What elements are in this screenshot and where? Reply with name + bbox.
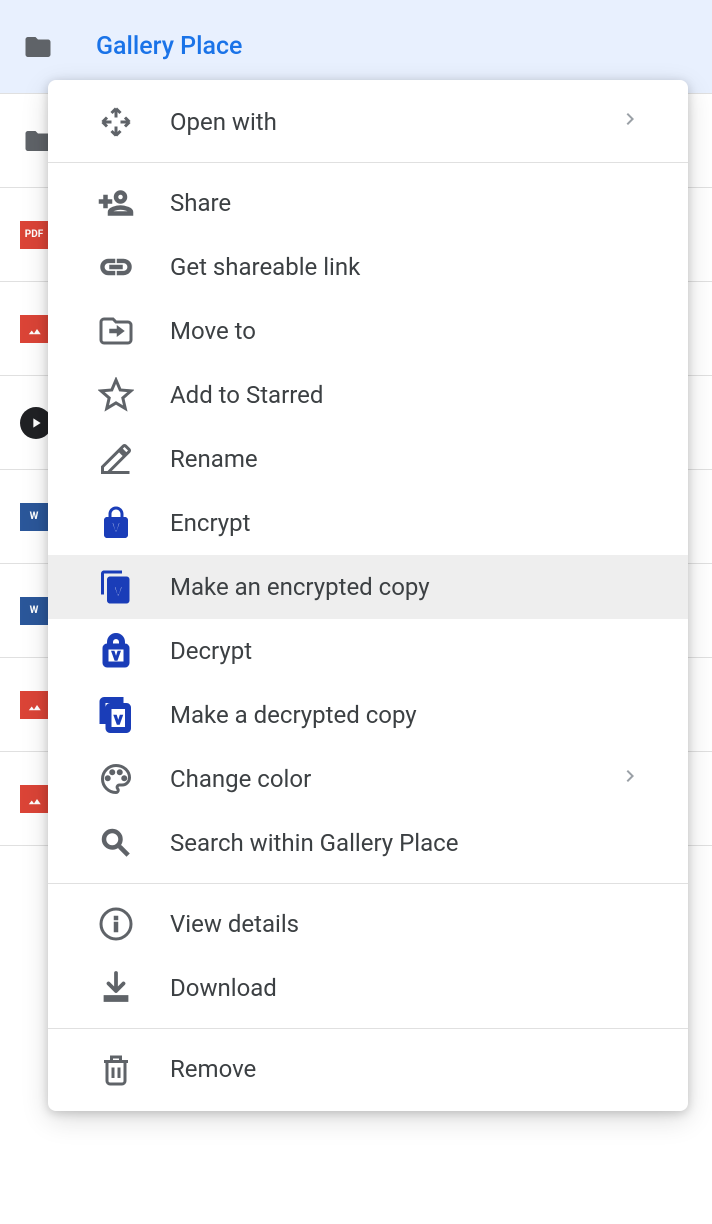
chevron-right-icon bbox=[618, 764, 642, 794]
menu-make-decrypted-copy[interactable]: V Make a decrypted copy bbox=[48, 683, 688, 747]
word-icon: W bbox=[20, 503, 48, 531]
menu-encrypt[interactable]: V Encrypt bbox=[48, 491, 688, 555]
menu-get-link[interactable]: Get shareable link bbox=[48, 235, 688, 299]
menu-label: Get shareable link bbox=[170, 253, 642, 281]
menu-label: Search within Gallery Place bbox=[170, 829, 642, 857]
menu-change-color[interactable]: Change color bbox=[48, 747, 688, 811]
menu-label: Make an encrypted copy bbox=[170, 573, 642, 601]
word-icon: W bbox=[20, 597, 48, 625]
download-icon bbox=[98, 970, 134, 1006]
menu-make-encrypted-copy[interactable]: V Make an encrypted copy bbox=[48, 555, 688, 619]
menu-label: Open with bbox=[170, 108, 582, 136]
menu-open-with[interactable]: Open with bbox=[48, 90, 688, 154]
trash-icon bbox=[98, 1051, 134, 1087]
lock-icon: V bbox=[98, 505, 134, 541]
menu-share[interactable]: Share bbox=[48, 171, 688, 235]
menu-divider bbox=[48, 162, 688, 163]
folder-icon bbox=[20, 32, 56, 62]
svg-text:V: V bbox=[114, 584, 123, 599]
svg-text:V: V bbox=[111, 520, 120, 535]
menu-move-to[interactable]: Move to bbox=[48, 299, 688, 363]
menu-add-star[interactable]: Add to Starred bbox=[48, 363, 688, 427]
chevron-right-icon bbox=[618, 107, 642, 137]
info-icon bbox=[98, 906, 134, 942]
menu-label: Download bbox=[170, 974, 642, 1002]
person-add-icon bbox=[98, 185, 134, 221]
star-outline-icon bbox=[98, 377, 134, 413]
open-with-icon bbox=[98, 104, 134, 140]
menu-download[interactable]: Download bbox=[48, 956, 688, 1020]
search-icon bbox=[98, 825, 134, 861]
menu-view-details[interactable]: View details bbox=[48, 892, 688, 956]
menu-divider bbox=[48, 883, 688, 884]
svg-text:V: V bbox=[112, 649, 120, 663]
menu-label: Make a decrypted copy bbox=[170, 701, 642, 729]
menu-label: View details bbox=[170, 910, 642, 938]
menu-label: Share bbox=[170, 189, 642, 217]
copy-unlock-icon: V bbox=[98, 697, 134, 733]
menu-decrypt[interactable]: V Decrypt bbox=[48, 619, 688, 683]
copy-lock-icon: V bbox=[98, 569, 134, 605]
menu-label: Move to bbox=[170, 317, 642, 345]
unlock-icon: V bbox=[98, 633, 134, 669]
menu-label: Decrypt bbox=[170, 637, 642, 665]
image-icon bbox=[20, 785, 48, 813]
menu-divider bbox=[48, 1028, 688, 1029]
menu-rename[interactable]: Rename bbox=[48, 427, 688, 491]
folder-name: Gallery Place bbox=[96, 32, 242, 61]
edit-icon bbox=[98, 441, 134, 477]
menu-label: Rename bbox=[170, 445, 642, 473]
image-icon bbox=[20, 315, 48, 343]
pdf-icon: PDF bbox=[20, 221, 48, 249]
menu-label: Remove bbox=[170, 1055, 642, 1083]
image-icon bbox=[20, 691, 48, 719]
palette-icon bbox=[98, 761, 134, 797]
menu-label: Encrypt bbox=[170, 509, 642, 537]
context-menu: Open with Share Get shareable link Move … bbox=[48, 80, 688, 1111]
menu-label: Change color bbox=[170, 765, 582, 793]
menu-remove[interactable]: Remove bbox=[48, 1037, 688, 1101]
menu-search-within[interactable]: Search within Gallery Place bbox=[48, 811, 688, 875]
link-icon bbox=[98, 249, 134, 285]
menu-label: Add to Starred bbox=[170, 381, 642, 409]
svg-text:V: V bbox=[114, 713, 122, 727]
move-to-folder-icon bbox=[98, 313, 134, 349]
